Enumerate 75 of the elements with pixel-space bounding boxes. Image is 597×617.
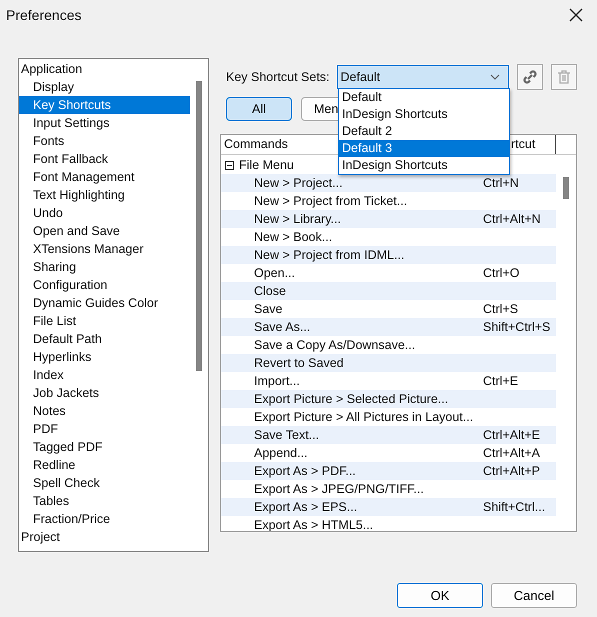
dropdown-option[interactable]: InDesign Shortcuts <box>339 157 509 174</box>
dropdown-option[interactable]: Default 3 <box>339 140 509 157</box>
category-item[interactable]: Text Highlighting <box>19 186 190 204</box>
shortcut-cell-text: Ctrl+S <box>483 301 518 318</box>
column-header[interactable]: rtcut <box>504 135 556 154</box>
shortcut-cell-text: Ctrl+E <box>483 373 518 390</box>
category-item[interactable]: PDF <box>19 420 190 438</box>
shortcut-cell-text: Ctrl+Alt+P <box>483 463 540 480</box>
category-item[interactable]: Sharing <box>19 258 190 276</box>
command-cell-text: Export Picture > All Pictures in Layout... <box>254 409 474 426</box>
shortcut-cell-text: Shift+Ctrl+S <box>483 319 550 336</box>
category-item[interactable]: Fraction/Price <box>19 510 190 528</box>
group-label: File Menu <box>239 158 294 172</box>
category-item[interactable]: Project <box>19 528 190 546</box>
command-cell-text: New > Project from Ticket... <box>254 193 408 210</box>
collapse-icon[interactable] <box>225 160 234 170</box>
category-item[interactable]: Redline <box>19 456 190 474</box>
shortcut-cell-text: Ctrl+Alt+E <box>483 427 540 444</box>
category-item[interactable]: Input Settings <box>19 114 190 132</box>
shortcut-cell-text: Ctrl+O <box>483 265 520 282</box>
category-item[interactable]: Configuration <box>19 276 190 294</box>
shortcut-cell-text: Ctrl+N <box>483 175 519 192</box>
category-item[interactable]: Spell Check <box>19 474 190 492</box>
chevron-down-icon <box>490 74 500 80</box>
category-item[interactable]: Tables <box>19 492 190 510</box>
command-cell-text: Save <box>254 301 284 318</box>
column-header[interactable]: Commands <box>224 137 288 151</box>
shortcut-cell-text: Ctrl+Alt+A <box>483 445 540 462</box>
trash-icon <box>556 69 571 85</box>
category-item[interactable]: Undo <box>19 204 190 222</box>
category-item[interactable]: File List <box>19 312 190 330</box>
shortcut-cell-text: Shift+Ctrl... <box>483 499 546 516</box>
category-item[interactable]: Application <box>19 60 190 78</box>
command-cell-text: Export Picture > Selected Picture... <box>254 391 450 408</box>
category-item[interactable]: Display <box>19 78 190 96</box>
link-button[interactable] <box>516 64 543 90</box>
command-cell-text: Save a Copy As/Downsave... <box>254 337 416 354</box>
scrollbar-thumb[interactable] <box>563 177 569 199</box>
command-cell-text: Revert to Saved <box>254 355 345 372</box>
category-item[interactable]: Font Management <box>19 168 190 186</box>
command-cell-text: Export As > EPS... <box>254 499 358 516</box>
ok-button[interactable]: OK <box>397 583 483 608</box>
category-item[interactable]: Tagged PDF <box>19 438 190 456</box>
command-cell-text: Append... <box>254 445 309 462</box>
window-title: Preferences <box>6 7 82 23</box>
scrollbar-thumb[interactable] <box>196 81 202 371</box>
category-item[interactable]: Notes <box>19 402 190 420</box>
category-item[interactable]: Default Path <box>19 330 190 348</box>
command-cell-text: New > Library... <box>254 211 342 228</box>
category-item[interactable]: Hyperlinks <box>19 348 190 366</box>
command-cell-text: New > Project... <box>254 175 344 192</box>
link-icon <box>522 69 538 85</box>
command-cell-text: Import... <box>254 373 301 390</box>
command-cell-text: Open... <box>254 265 296 282</box>
command-cell-text: Export As > PDF... <box>254 463 357 480</box>
command-cell-text: New > Project from IDML... <box>254 247 406 264</box>
category-item[interactable]: Key Shortcuts <box>19 96 190 114</box>
field-label: Key Shortcut Sets: <box>226 70 330 84</box>
close-icon <box>569 8 583 22</box>
category-item[interactable]: Job Jackets <box>19 384 190 402</box>
category-item[interactable]: Open and Save <box>19 222 190 240</box>
filter-button[interactable]: All <box>226 97 292 121</box>
category-item[interactable]: XTensions Manager <box>19 240 190 258</box>
command-cell-text: Save Text... <box>254 427 320 444</box>
command-cell-text: Close <box>254 283 287 300</box>
category-item[interactable]: Font Fallback <box>19 150 190 168</box>
command-cell-text: Export As > JPEG/PNG/TIFF... <box>254 481 425 498</box>
cancel-button[interactable]: Cancel <box>491 583 577 608</box>
category-item[interactable]: Fonts <box>19 132 190 150</box>
category-item[interactable]: Dynamic Guides Color <box>19 294 190 312</box>
category-item[interactable]: Index <box>19 366 190 384</box>
command-cell-text: Save As... <box>254 319 312 336</box>
shortcut-cell-text: Ctrl+Alt+N <box>483 211 541 228</box>
command-cell-text: New > Book... <box>254 229 334 246</box>
shortcut-set-dropdown[interactable]: Default <box>336 65 509 89</box>
